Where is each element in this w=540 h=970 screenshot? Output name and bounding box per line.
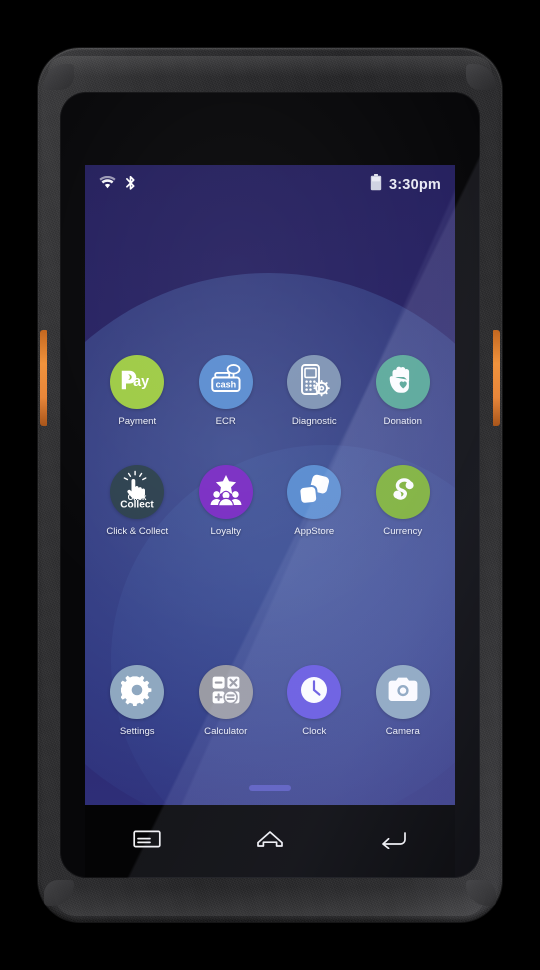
recents-menu-icon <box>133 829 161 854</box>
hand-heart-icon <box>388 364 418 401</box>
app-label-diagnostic: Diagnostic <box>291 416 337 427</box>
pay-logo-icon: ay <box>118 369 156 396</box>
app-label-settings: Settings <box>119 726 155 737</box>
navigation-bar <box>85 805 455 877</box>
app-icon-clock[interactable]: Clock <box>273 665 355 737</box>
app-icon-ecr[interactable]: cash ECR <box>185 355 267 427</box>
device-chamfer-bottom <box>54 882 486 916</box>
app-icon-donation[interactable]: Donation <box>362 355 444 427</box>
click-collect-icon-circle[interactable]: Click Collect <box>110 465 165 519</box>
device-frame: 3:30pm ay Payment cash ECR Diagnostic Do… <box>38 48 502 922</box>
click-collect-icon: Click Collect <box>116 470 158 515</box>
app-icon-settings[interactable]: Settings <box>96 665 178 737</box>
svg-text:Collect: Collect <box>120 499 154 509</box>
wifi-icon <box>99 175 116 194</box>
app-icon-payment[interactable]: ay Payment <box>96 355 178 427</box>
app-icon-diagnostic[interactable]: Diagnostic <box>273 355 355 427</box>
app-row-1: ay Payment cash ECR Diagnostic Donation <box>85 355 455 427</box>
app-icon-camera[interactable]: Camera <box>362 665 444 737</box>
diagnostic-icon-circle[interactable] <box>287 355 342 409</box>
star-people-icon <box>209 474 243 511</box>
back-icon <box>379 829 407 854</box>
clock-icon <box>299 675 329 710</box>
app-label-payment: Payment <box>118 416 157 427</box>
app-label-appstore: AppStore <box>294 526 335 537</box>
currency-icon-circle[interactable] <box>375 465 430 519</box>
app-row-2: Click Collect Click & Collect Loyalty Ap… <box>85 465 455 537</box>
appstore-icon-circle[interactable] <box>287 465 342 519</box>
status-bar: 3:30pm <box>85 165 455 205</box>
recents-menu-button[interactable] <box>119 821 175 861</box>
corner-bumper-bottom-right <box>466 880 496 906</box>
home-indicator[interactable] <box>249 785 291 791</box>
app-icon-click-collect[interactable]: Click Collect Click & Collect <box>96 465 178 537</box>
app-label-donation: Donation <box>383 416 422 427</box>
donation-icon-circle[interactable] <box>375 355 430 409</box>
app-icon-appstore[interactable]: AppStore <box>273 465 355 537</box>
svg-text:ay: ay <box>133 373 149 389</box>
app-label-clock: Clock <box>302 726 327 737</box>
app-squares-icon <box>298 474 330 511</box>
app-label-calculator: Calculator <box>204 726 248 737</box>
app-icon-currency[interactable]: Currency <box>362 465 444 537</box>
svg-text:cash: cash <box>215 379 236 389</box>
status-bar-right: 3:30pm <box>370 174 441 196</box>
app-label-camera: Camera <box>385 726 420 737</box>
corner-bumper-top-left <box>44 64 74 90</box>
back-button[interactable] <box>365 821 421 861</box>
device-chamfer-top <box>48 56 492 82</box>
gear-icon <box>118 674 153 711</box>
terminal-gear-icon <box>298 363 331 402</box>
side-accent-left <box>40 330 47 426</box>
loyalty-icon-circle[interactable] <box>198 465 253 519</box>
currency-s-icon <box>388 475 418 510</box>
display-area: 3:30pm ay Payment cash ECR Diagnostic Do… <box>85 165 455 805</box>
cash-register-icon: cash <box>209 363 243 401</box>
payment-icon-circle[interactable]: ay <box>110 355 165 409</box>
app-label-loyalty: Loyalty <box>210 526 241 537</box>
calculator-icon <box>211 675 241 710</box>
calculator-icon-circle[interactable] <box>198 665 253 719</box>
app-label-currency: Currency <box>383 526 423 537</box>
app-row-3: Settings Calculator Clock Camera <box>85 665 455 737</box>
app-icon-loyalty[interactable]: Loyalty <box>185 465 267 537</box>
home-button[interactable] <box>242 821 298 861</box>
status-bar-left <box>99 175 136 196</box>
status-bar-clock: 3:30pm <box>389 177 441 193</box>
camera-icon <box>387 677 419 708</box>
settings-icon-circle[interactable] <box>110 665 165 719</box>
home-icon <box>255 829 285 854</box>
app-label-click-collect: Click & Collect <box>106 526 169 537</box>
side-accent-right <box>493 330 500 426</box>
battery-icon <box>370 174 382 196</box>
app-icon-calculator[interactable]: Calculator <box>185 665 267 737</box>
corner-bumper-top-right <box>466 64 496 90</box>
screen-glass: 3:30pm ay Payment cash ECR Diagnostic Do… <box>60 92 480 878</box>
ecr-icon-circle[interactable]: cash <box>198 355 253 409</box>
corner-bumper-bottom-left <box>44 880 74 906</box>
app-label-ecr: ECR <box>215 416 236 427</box>
camera-icon-circle[interactable] <box>375 665 430 719</box>
bluetooth-icon <box>125 175 136 196</box>
clock-icon-circle[interactable] <box>287 665 342 719</box>
